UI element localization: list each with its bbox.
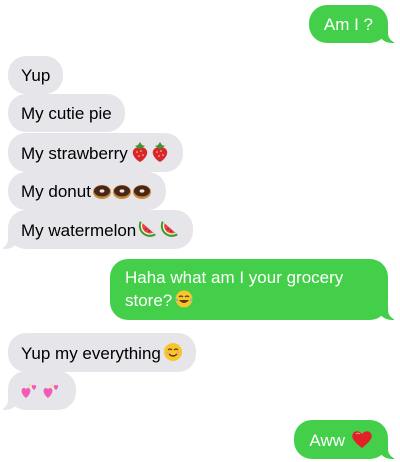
message-text: My cutie pie bbox=[21, 104, 112, 123]
message-text: Aww bbox=[309, 431, 345, 450]
incoming-message-bubble[interactable]: My cutie pie bbox=[8, 94, 125, 132]
incoming-message-bubble[interactable] bbox=[0, 371, 76, 410]
watermelon-icon bbox=[139, 221, 179, 237]
red-heart-icon bbox=[352, 431, 372, 448]
incoming-message-bubble[interactable]: My watermelon bbox=[0, 210, 194, 249]
message-text: Yup my everything bbox=[21, 344, 161, 363]
message-thread: Am I ? Yup My cutie pie My strawberry My… bbox=[0, 0, 400, 462]
message-text: My watermelon bbox=[21, 221, 137, 240]
outgoing-message-bubble[interactable]: Haha what am I your grocery store? bbox=[110, 259, 399, 320]
sparkling-hearts-icon bbox=[21, 383, 59, 398]
message-text: My strawberry bbox=[21, 144, 128, 163]
incoming-message-bubble[interactable]: Yup my everything bbox=[8, 333, 196, 372]
incoming-message-bubble[interactable]: My donut bbox=[8, 172, 166, 210]
message-text: My donut bbox=[21, 182, 91, 201]
incoming-message-bubble[interactable]: My strawberry bbox=[8, 133, 183, 172]
strawberry-icon bbox=[132, 142, 167, 162]
outgoing-message-bubble[interactable]: Aww bbox=[294, 420, 399, 459]
outgoing-message-bubble[interactable]: Am I ? bbox=[308, 5, 400, 43]
message-text: Haha what am I your grocery store? bbox=[125, 268, 344, 310]
message-text: Am I ? bbox=[323, 15, 373, 34]
message-text: Yup bbox=[21, 66, 51, 85]
smiling-face-icon bbox=[163, 343, 182, 361]
donut-icon bbox=[92, 185, 151, 199]
incoming-message-bubble[interactable]: Yup bbox=[8, 56, 64, 94]
tears-of-joy-icon bbox=[175, 290, 194, 308]
